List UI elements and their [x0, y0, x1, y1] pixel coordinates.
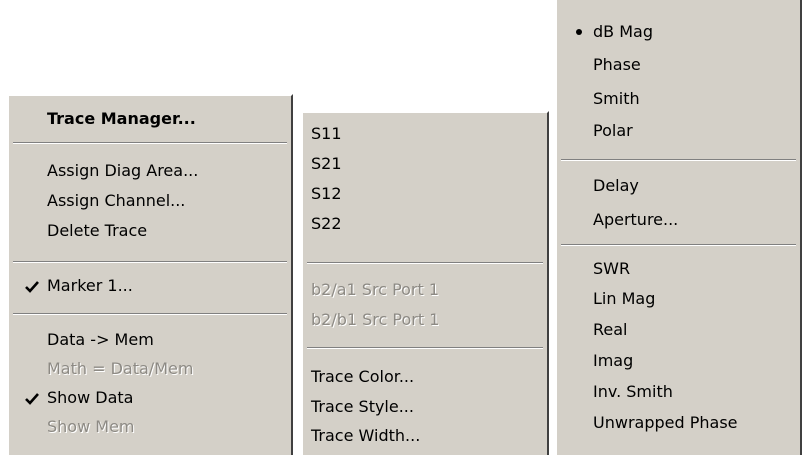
menu-separator	[307, 262, 543, 264]
menu-item-label: Delay	[593, 176, 639, 195]
menu-item-b2-a1-src-port-1: b2/a1 Src Port 1	[303, 275, 547, 305]
menu-item-show-data[interactable]: Show Data	[9, 383, 291, 413]
menu-item-math-data-mem: Math = Data/Mem	[9, 354, 291, 384]
measure-submenu: S11 S21 S12 S22 b2/a1 Src Port 1 b2/b1 S…	[301, 111, 549, 455]
menu-item-trace-manager[interactable]: Trace Manager...	[9, 104, 291, 134]
menu-separator	[13, 313, 287, 315]
menu-item-label: Trace Width...	[311, 426, 421, 445]
menu-item-swr[interactable]: SWR	[557, 254, 800, 284]
menu-item-label: S21	[311, 154, 342, 173]
menu-item-smith[interactable]: Smith	[557, 84, 800, 114]
menu-item-label: Delete Trace	[47, 221, 148, 240]
check-icon	[25, 393, 39, 405]
menu-item-s22[interactable]: S22	[303, 209, 547, 239]
menu-separator	[561, 244, 796, 246]
menu-item-s11[interactable]: S11	[303, 119, 547, 149]
menu-item-data-to-mem[interactable]: Data -> Mem	[9, 325, 291, 355]
menu-separator	[13, 142, 287, 144]
check-icon	[25, 281, 39, 293]
menu-item-assign-diag-area[interactable]: Assign Diag Area...	[9, 156, 291, 186]
menu-separator	[561, 159, 796, 161]
menu-item-label: S11	[311, 124, 342, 143]
menu-item-delay[interactable]: Delay	[557, 171, 800, 201]
menu-item-label: Polar	[593, 121, 633, 140]
menu-item-label: Lin Mag	[593, 289, 656, 308]
menu-item-aperture[interactable]: Aperture...	[557, 205, 800, 235]
menu-item-label: Trace Style...	[311, 397, 414, 416]
menu-item-label: Real	[593, 320, 628, 339]
menu-item-label: SWR	[593, 259, 631, 278]
menu-item-imag[interactable]: Imag	[557, 346, 800, 376]
menu-item-label: Imag	[593, 351, 634, 370]
menu-item-real[interactable]: Real	[557, 315, 800, 345]
menu-item-assign-channel[interactable]: Assign Channel...	[9, 186, 291, 216]
menu-item-label: Smith	[593, 89, 640, 108]
menu-item-label: Trace Color...	[311, 367, 415, 386]
radio-bullet-icon	[576, 29, 582, 35]
menu-item-phase[interactable]: Phase	[557, 50, 800, 80]
menu-item-label: Assign Diag Area...	[47, 161, 199, 180]
menu-item-label: Data -> Mem	[47, 330, 154, 349]
format-submenu: dB Mag Phase Smith Polar Delay Aperture.…	[555, 0, 802, 455]
menu-item-label: Unwrapped Phase	[593, 413, 738, 432]
menu-item-label: Phase	[593, 55, 641, 74]
menu-item-label: Show Mem	[47, 417, 135, 436]
menu-item-label: Inv. Smith	[593, 382, 673, 401]
menu-item-db-mag[interactable]: dB Mag	[557, 17, 800, 47]
menu-item-delete-trace[interactable]: Delete Trace	[9, 216, 291, 246]
menu-item-label: Aperture...	[593, 210, 679, 229]
menu-item-b2-b1-src-port-1: b2/b1 Src Port 1	[303, 305, 547, 335]
menu-item-lin-mag[interactable]: Lin Mag	[557, 284, 800, 314]
menu-item-label: Math = Data/Mem	[47, 359, 194, 378]
menu-item-s12[interactable]: S12	[303, 179, 547, 209]
menu-item-show-mem: Show Mem	[9, 412, 291, 442]
menu-item-label: b2/b1 Src Port 1	[311, 310, 440, 329]
trace-context-menu: Trace Manager... Assign Diag Area... Ass…	[7, 94, 293, 455]
menu-item-trace-style[interactable]: Trace Style...	[303, 392, 547, 422]
menu-item-marker-1[interactable]: Marker 1...	[9, 271, 291, 301]
menu-item-label: Marker 1...	[47, 276, 133, 295]
menu-item-unwrapped-phase[interactable]: Unwrapped Phase	[557, 408, 800, 438]
menu-separator	[13, 261, 287, 263]
menu-item-label: S12	[311, 184, 342, 203]
menu-separator	[307, 347, 543, 349]
menu-item-label: b2/a1 Src Port 1	[311, 280, 440, 299]
menu-item-label: Trace Manager...	[47, 109, 196, 128]
menu-item-trace-color[interactable]: Trace Color...	[303, 362, 547, 392]
menu-item-label: Assign Channel...	[47, 191, 186, 210]
menu-item-label: S22	[311, 214, 342, 233]
menu-item-inv-smith[interactable]: Inv. Smith	[557, 377, 800, 407]
menu-item-polar[interactable]: Polar	[557, 116, 800, 146]
menu-item-label: dB Mag	[593, 22, 653, 41]
menu-item-label: Show Data	[47, 388, 134, 407]
menu-item-trace-width[interactable]: Trace Width...	[303, 421, 547, 451]
menu-item-s21[interactable]: S21	[303, 149, 547, 179]
